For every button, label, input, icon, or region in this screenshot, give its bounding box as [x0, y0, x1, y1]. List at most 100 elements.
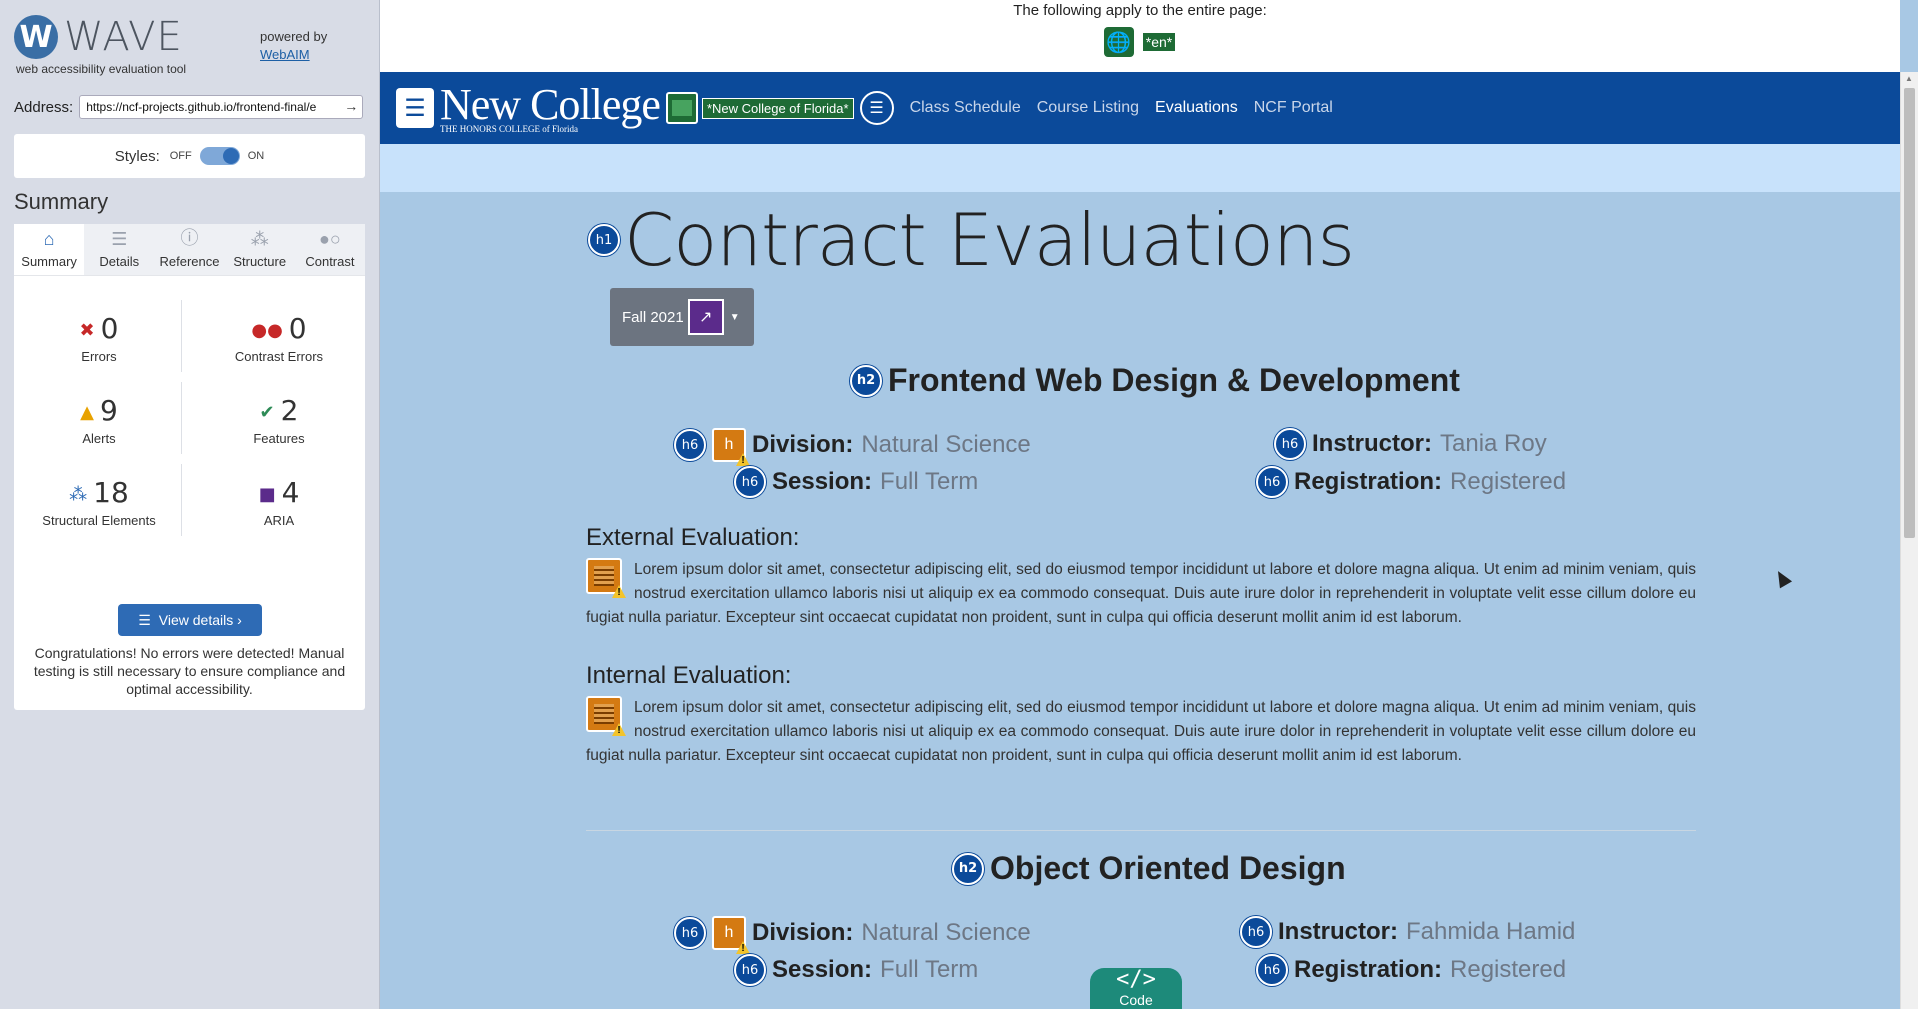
h6-badge-icon[interactable]: h6: [674, 917, 706, 949]
alerts-count: 9: [100, 394, 118, 427]
ncf-logo-text: New College: [440, 79, 661, 129]
course-title: h2 Frontend Web Design & Development: [850, 362, 1460, 399]
view-details-label: View details ›: [158, 612, 242, 628]
term-dropdown-button[interactable]: Fall 2021 ↗ ▼: [610, 288, 754, 346]
hierarchy-icon: ⁂: [250, 229, 269, 249]
tab-structure[interactable]: ⁂ Structure: [225, 224, 295, 275]
skipped-heading-alert-icon[interactable]: h: [712, 428, 746, 462]
instructor-label: Instructor:: [1278, 918, 1398, 945]
scroll-up-icon[interactable]: ▲: [1905, 74, 1913, 83]
internal-evaluation-body: Lorem ipsum dolor sit amet, consectetur …: [586, 699, 1696, 764]
registration-value: Registered: [1450, 468, 1567, 495]
address-input[interactable]: https://ncf-projects.github.io/frontend-…: [79, 95, 364, 119]
external-evaluation-text: Lorem ipsum dolor sit amet, consectetur …: [586, 558, 1696, 630]
stat-divider: [181, 300, 182, 372]
alt-text-tag[interactable]: *New College of Florida*: [701, 97, 854, 119]
feature-check-icon: ✔: [259, 401, 275, 423]
powered-by-label: powered by: [260, 29, 328, 44]
course-registration: h6 Registration: Registered: [1256, 954, 1566, 986]
stat-structural[interactable]: ⁂ 18 Structural Elements: [14, 476, 184, 528]
h6-badge-icon[interactable]: h6: [734, 466, 766, 498]
nav-menu-icon[interactable]: ☰: [396, 88, 434, 128]
code-panel-toggle[interactable]: </> Code: [1090, 968, 1182, 1009]
course-title: h2 Object Oriented Design: [952, 850, 1346, 887]
ncf-logo[interactable]: New College THE HONORS COLLEGE of Florid…: [440, 79, 661, 134]
course-division: h6 h Division: Natural Science: [674, 428, 1031, 462]
tab-contrast[interactable]: ●○ Contrast: [295, 224, 365, 275]
tab-summary[interactable]: ⌂ Summary: [14, 224, 85, 275]
tab-structure-label: Structure: [233, 254, 287, 269]
course-registration: h6 Registration: Registered: [1256, 466, 1566, 498]
webaim-link[interactable]: WebAIM: [260, 47, 310, 62]
course-title-text: Object Oriented Design: [990, 850, 1346, 886]
tab-details[interactable]: ☰ Details: [84, 224, 154, 275]
stat-contrast-errors[interactable]: ●● 0 Contrast Errors: [194, 312, 364, 364]
h2-badge-icon[interactable]: h2: [952, 852, 984, 885]
session-value: Full Term: [880, 956, 979, 983]
skipped-heading-alert-icon[interactable]: h: [712, 916, 746, 950]
view-details-button[interactable]: ☰ View details ›: [118, 604, 262, 636]
info-icon: ⓘ: [180, 228, 199, 248]
aria-label: ARIA: [263, 513, 295, 528]
wave-brand-name: WAVE: [64, 14, 183, 60]
page-level-note-text: The following apply to the entire page:: [1013, 2, 1267, 19]
registration-label: Registration:: [1294, 468, 1443, 495]
structural-label: Structural Elements: [42, 513, 156, 528]
contrast-errors-label: Contrast Errors: [234, 349, 324, 364]
stat-features[interactable]: ✔ 2 Features: [194, 394, 364, 446]
nav-link-ncf-portal[interactable]: NCF Portal: [1254, 99, 1333, 117]
nav-link-class-schedule[interactable]: Class Schedule: [910, 99, 1021, 117]
language-tag[interactable]: *en*: [1141, 32, 1177, 52]
nav-link-evaluations[interactable]: Evaluations: [1155, 99, 1238, 117]
styles-toggle-card: Styles: OFF ON: [14, 134, 365, 178]
wave-brand-subtitle: web accessibility evaluation tool: [16, 62, 187, 76]
instructor-value: Tania Roy: [1440, 430, 1547, 457]
stat-alerts[interactable]: ▲ 9 Alerts: [14, 394, 184, 446]
summary-heading: Summary: [14, 189, 109, 214]
arrow-right-icon[interactable]: →: [344, 98, 358, 114]
stat-errors[interactable]: ✖ 0 Errors: [14, 312, 184, 364]
h6-badge-icon[interactable]: h6: [1240, 916, 1272, 948]
stat-aria[interactable]: ■ 4 ARIA: [194, 476, 364, 528]
h6-badge-icon[interactable]: h6: [1274, 428, 1306, 460]
course-session: h6 Session: Full Term: [734, 954, 978, 986]
code-label: Code: [1119, 992, 1153, 1008]
image-alt-icon[interactable]: [665, 92, 698, 124]
styles-label: Styles:: [114, 147, 160, 165]
wave-logo-icon: W: [14, 15, 58, 59]
aria-popup-icon[interactable]: ↗: [687, 299, 724, 335]
h6-badge-icon[interactable]: h6: [1256, 954, 1288, 986]
division-value: Natural Science: [861, 919, 1031, 946]
tab-reference[interactable]: ⓘ Reference: [154, 224, 224, 275]
powered-by: powered by WebAIM: [260, 28, 327, 64]
placeholder-text-alert-icon[interactable]: [586, 696, 622, 732]
h6-badge-icon[interactable]: h6: [734, 954, 766, 986]
h2-badge-icon[interactable]: h2: [850, 364, 882, 397]
h6-badge-icon[interactable]: h6: [1256, 466, 1288, 498]
page-level-notes: The following apply to the entire page: …: [380, 0, 1900, 72]
language-globe-icon[interactable]: 🌐: [1103, 27, 1134, 57]
placeholder-text-alert-icon[interactable]: [586, 558, 622, 594]
evaluated-page: The following apply to the entire page: …: [380, 0, 1918, 1009]
internal-evaluation-label: Internal Evaluation:: [586, 662, 792, 689]
division-value: Natural Science: [861, 431, 1031, 458]
styles-toggle[interactable]: [199, 147, 240, 165]
unordered-list-icon[interactable]: ☰: [859, 91, 894, 125]
wave-brand[interactable]: W WAVE: [14, 14, 183, 60]
scrollbar-thumb[interactable]: [1904, 88, 1915, 538]
error-icon: ✖: [79, 319, 95, 341]
page-scrollbar[interactable]: ▲: [1900, 72, 1918, 1009]
styles-on-label: ON: [247, 150, 265, 162]
contrast-error-icon: ●●: [251, 319, 283, 341]
h6-badge-icon[interactable]: h6: [674, 429, 706, 461]
aria-icon: ■: [258, 483, 276, 505]
page-banner-strip: [380, 144, 1900, 192]
external-evaluation-body: Lorem ipsum dolor sit amet, consectetur …: [586, 561, 1696, 626]
course-instructor: h6 Instructor: Fahmida Hamid: [1240, 916, 1575, 948]
h1-badge-icon[interactable]: h1: [588, 224, 620, 256]
nav-link-course-listing[interactable]: Course Listing: [1037, 99, 1139, 117]
session-value: Full Term: [880, 468, 979, 495]
mouse-cursor-icon: [1771, 567, 1793, 589]
instructor-label: Instructor:: [1312, 430, 1432, 457]
list-icon: ☰: [111, 229, 128, 249]
